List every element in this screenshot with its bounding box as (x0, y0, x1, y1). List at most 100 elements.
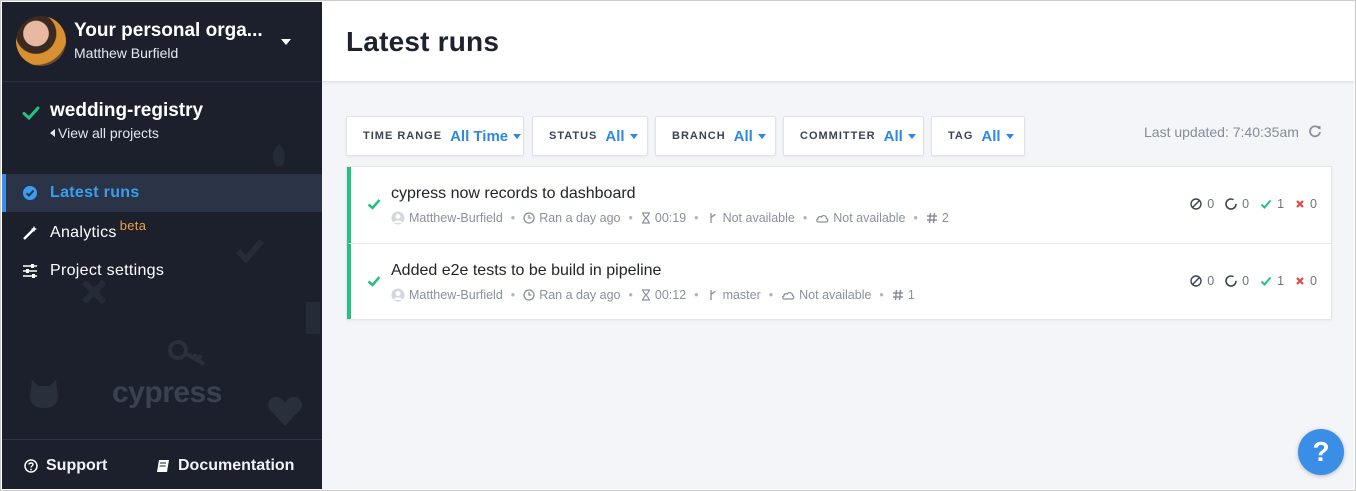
view-all-projects-link[interactable]: View all projects (50, 125, 159, 141)
view-all-label: View all projects (58, 125, 159, 141)
skipped-count: 0 (1190, 197, 1214, 211)
nav-project-settings[interactable]: Project settings (2, 252, 322, 290)
passed-count: 1 (1260, 274, 1284, 288)
filter-value: All (883, 127, 903, 145)
meta-separator: • (510, 211, 516, 225)
ran-time: Ran a day ago (539, 288, 621, 302)
page-title: Latest runs (346, 26, 500, 57)
sliders-icon (23, 264, 37, 278)
sidebar: Your personal orga... Matthew Burfield w… (2, 2, 322, 489)
org-user: Matthew Burfield (74, 45, 179, 61)
check-circle-icon (23, 186, 37, 200)
hourglass-icon (641, 212, 650, 224)
run-row[interactable]: cypress now records to dashboard Matthew… (347, 167, 1331, 243)
filter-label: TAG (948, 130, 974, 142)
failed-value: 0 (1310, 197, 1317, 211)
ran-time: Ran a day ago (539, 211, 621, 225)
run-number: 2 (926, 211, 949, 225)
failed-value: 0 (1310, 274, 1317, 288)
duration: 00:12 (654, 288, 687, 302)
support-link[interactable]: Support (24, 457, 107, 475)
failed-x-icon (1296, 200, 1304, 208)
branch-name: master (722, 288, 761, 302)
heart-icon (267, 396, 303, 426)
failed-count: 0 (1295, 197, 1317, 211)
pending-count: 0 (1225, 274, 1249, 288)
main-content: Latest runs TIME RANGE All Time STATUS A… (322, 2, 1354, 489)
run-meta: Matthew-Burfield • Ran a day ago • 00:12… (391, 288, 915, 302)
filter-time-range[interactable]: TIME RANGE All Time (346, 116, 524, 156)
passed-check-icon (367, 276, 381, 287)
run-branch: master (707, 288, 761, 302)
filter-status[interactable]: STATUS All (532, 116, 648, 156)
beta-badge: beta (119, 218, 147, 233)
tag-deco-icon (306, 302, 320, 334)
nav-label: Project settings (50, 262, 165, 279)
skipped-value: 0 (1207, 197, 1215, 211)
key-icon (168, 340, 206, 366)
ci-provider: Not available (833, 211, 906, 225)
project-name: wedding-registry (50, 100, 204, 121)
org-switcher[interactable]: Your personal orga... Matthew Burfield (2, 2, 322, 82)
duration: 00:19 (654, 211, 687, 225)
pending-icon (1225, 198, 1237, 210)
caret-down-icon (757, 133, 766, 139)
hash-icon (926, 212, 937, 224)
filter-label: TIME RANGE (363, 130, 443, 142)
documentation-link[interactable]: Documentation (156, 457, 294, 475)
hash-icon (892, 289, 903, 301)
filter-value: All (733, 127, 753, 145)
nav-analytics[interactable]: Analytics beta (2, 214, 322, 252)
filter-committer[interactable]: COMMITTER All (783, 116, 924, 156)
pending-icon (1225, 275, 1237, 287)
filter-tag[interactable]: TAG All (931, 116, 1025, 156)
passed-icon (1260, 276, 1272, 286)
skipped-icon (1190, 275, 1202, 287)
hourglass-icon (641, 289, 650, 301)
chevron-left-icon (50, 129, 55, 137)
branch-icon (709, 290, 716, 300)
passed-icon (1260, 199, 1272, 209)
caret-down-icon[interactable] (281, 39, 291, 45)
build-number: 2 (941, 211, 949, 225)
user-avatar-icon (391, 288, 405, 302)
run-stats: 0 0 1 0 (1179, 274, 1317, 288)
question-circle-icon (24, 459, 38, 473)
meta-separator: • (879, 288, 884, 302)
filter-value: All (981, 127, 1001, 145)
run-number: 1 (892, 288, 915, 302)
run-ci: Not available (815, 211, 905, 225)
caret-down-icon (513, 133, 522, 139)
cloud-icon (816, 214, 829, 223)
ci-provider: Not available (799, 288, 872, 302)
caret-down-icon (1005, 133, 1014, 139)
run-title: Added e2e tests to be build in pipeline (391, 262, 662, 279)
filter-value: All Time (450, 127, 509, 145)
clock-icon (523, 289, 535, 301)
meta-separator: • (913, 211, 918, 225)
caret-down-icon (907, 133, 916, 139)
branch-icon (709, 213, 716, 223)
run-author: Matthew-Burfield (391, 211, 503, 225)
passed-count: 1 (1260, 197, 1284, 211)
meta-separator: • (802, 211, 808, 225)
pending-value: 0 (1242, 197, 1250, 211)
run-duration: 00:19 (641, 211, 686, 225)
rocket-icon (273, 144, 285, 166)
refresh-icon[interactable] (1308, 124, 1322, 138)
run-duration: 00:12 (641, 288, 686, 302)
support-label: Support (46, 457, 108, 474)
filter-label: COMMITTER (800, 130, 876, 142)
filter-branch[interactable]: BRANCH All (655, 116, 776, 156)
failed-x-icon (1296, 277, 1304, 285)
run-meta: Matthew-Burfield • Ran a day ago • 00:19… (391, 211, 949, 225)
cloud-icon (782, 291, 795, 300)
help-button[interactable]: ? (1298, 429, 1344, 475)
page-header: Latest runs (322, 2, 1354, 82)
org-name: Your personal orga... (74, 20, 263, 41)
run-row[interactable]: Added e2e tests to be build in pipeline … (347, 243, 1331, 319)
filter-label: BRANCH (672, 130, 726, 142)
github-cat-icon (30, 380, 58, 408)
cypress-logo: cypress (112, 376, 222, 409)
nav-latest-runs[interactable]: Latest runs (2, 174, 322, 212)
